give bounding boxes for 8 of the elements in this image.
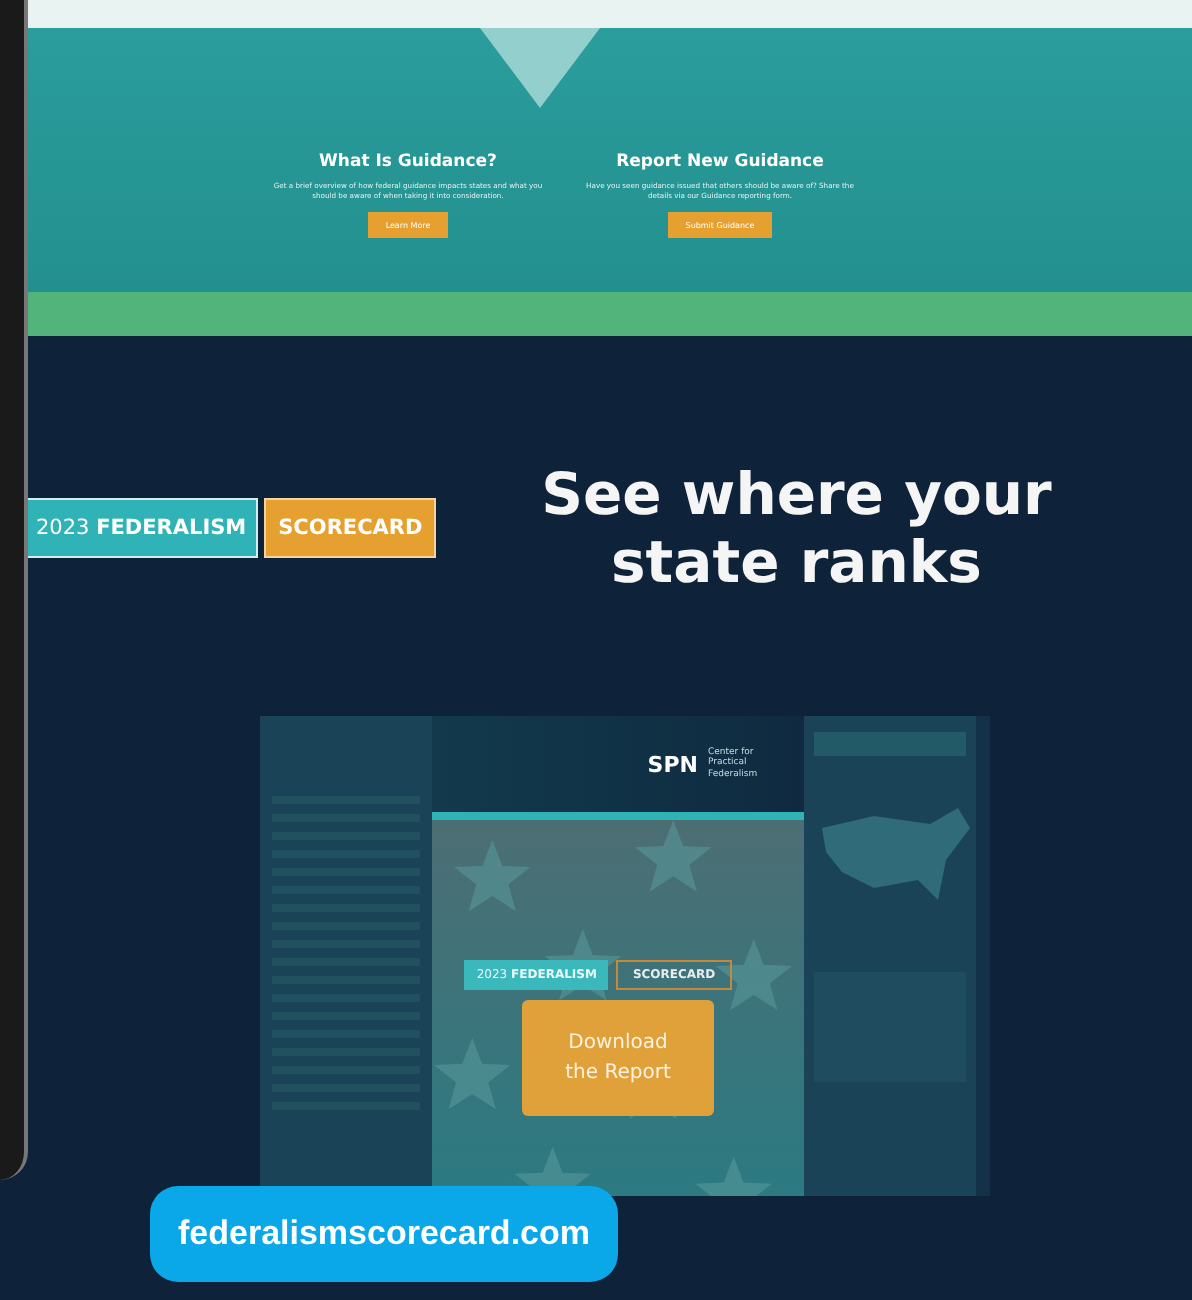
scorecard-badge: SCORECARD (264, 498, 437, 558)
logo-text: SPN (647, 751, 698, 777)
card-title: Report New Guidance (616, 152, 824, 172)
scorecard-badge: 2023 FEDERALISM (24, 498, 259, 558)
card-title: What Is Guidance? (319, 152, 497, 172)
hero-heading: See where your state ranks (539, 460, 1054, 596)
url-badge: federalismscorecard.com (150, 1186, 618, 1282)
download-button[interactable]: Download the Report (522, 1000, 714, 1116)
